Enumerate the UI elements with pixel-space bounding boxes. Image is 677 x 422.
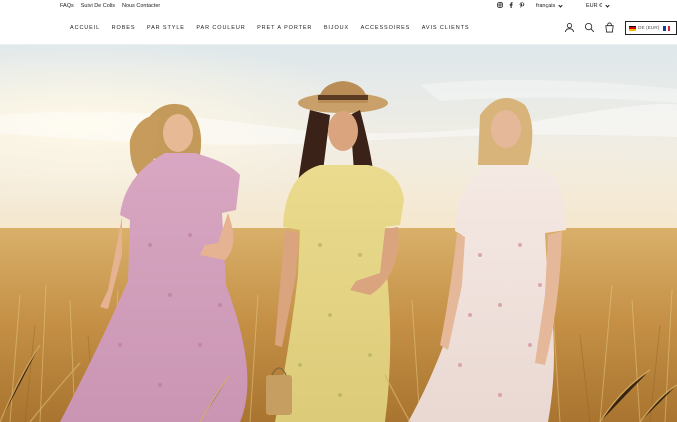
currency-label: EUR € bbox=[586, 3, 603, 9]
country-label: DE (EUR) bbox=[638, 25, 660, 31]
main-menu: ACCUEIL ROBES PAR STYLE PAR COULEUR PRET… bbox=[70, 25, 469, 31]
main-navigation: ACCUEIL ROBES PAR STYLE PAR COULEUR PRET… bbox=[0, 12, 677, 45]
nav-item-robes[interactable]: ROBES bbox=[112, 25, 136, 31]
nav-item-par-couleur[interactable]: PAR COULEUR bbox=[196, 25, 245, 31]
pinterest-icon[interactable] bbox=[519, 2, 525, 8]
track-order-link[interactable]: Suivi De Colis bbox=[81, 3, 115, 9]
hero-image bbox=[0, 45, 677, 422]
france-flag-icon bbox=[663, 25, 671, 31]
hero-banner[interactable] bbox=[0, 45, 677, 422]
country-selector[interactable]: DE (EUR) bbox=[625, 21, 677, 35]
nav-item-accessoires[interactable]: ACCESSOIRES bbox=[361, 25, 411, 31]
instagram-icon[interactable] bbox=[497, 2, 503, 8]
nav-item-pret-a-porter[interactable]: PRET A PORTER bbox=[257, 25, 312, 31]
nav-item-avis-clients[interactable]: AVIS CLIENTS bbox=[422, 25, 470, 31]
nav-item-accueil[interactable]: ACCUEIL bbox=[70, 25, 100, 31]
currency-selector[interactable]: EUR € bbox=[586, 2, 610, 9]
nav-item-par-style[interactable]: PAR STYLE bbox=[147, 25, 185, 31]
header-icons bbox=[564, 22, 615, 33]
social-links bbox=[497, 2, 525, 8]
nav-item-bijoux[interactable]: BIJOUX bbox=[324, 25, 349, 31]
language-label: français bbox=[536, 3, 556, 9]
language-selector[interactable]: français bbox=[536, 2, 563, 9]
facebook-icon[interactable] bbox=[508, 2, 514, 8]
utility-links: FAQs Suivi De Colis Nous Contacter bbox=[60, 3, 160, 9]
chevron-down-icon bbox=[605, 2, 610, 8]
cart-icon[interactable] bbox=[604, 22, 615, 33]
search-icon[interactable] bbox=[584, 22, 595, 33]
contact-link[interactable]: Nous Contacter bbox=[122, 3, 160, 9]
account-icon[interactable] bbox=[564, 22, 575, 33]
chevron-down-icon bbox=[558, 2, 563, 8]
faq-link[interactable]: FAQs bbox=[60, 3, 74, 9]
straw-bag bbox=[266, 375, 292, 415]
germany-flag-icon bbox=[629, 25, 636, 31]
utility-bar: FAQs Suivi De Colis Nous Contacter franç… bbox=[0, 0, 677, 12]
